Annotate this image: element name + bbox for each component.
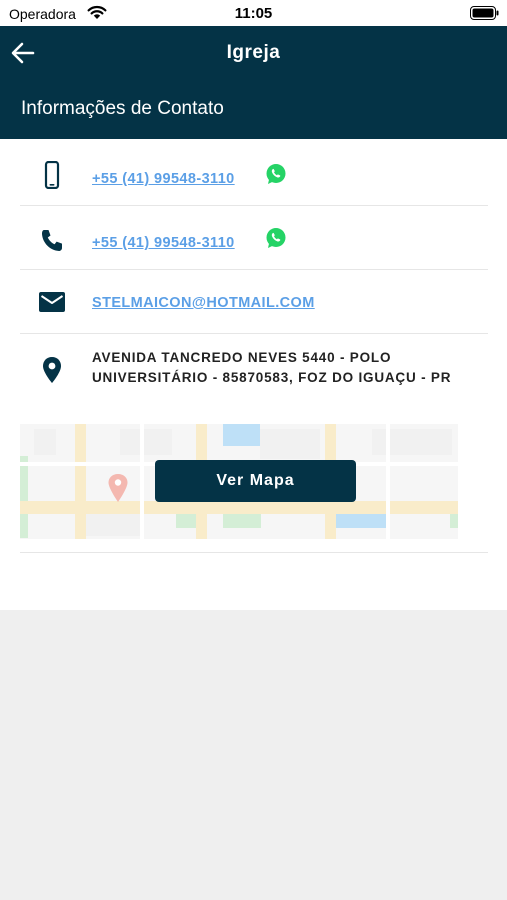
map-preview[interactable]: Ver Mapa — [20, 424, 458, 539]
status-time: 11:05 — [234, 5, 273, 22]
contact-card: +55 (41) 99548-3110 +55 (41) 99548-3110 … — [0, 139, 507, 610]
app-header: Igreja Informações de Contato — [0, 26, 507, 139]
mail-icon — [39, 292, 65, 312]
page-title: Igreja — [226, 42, 281, 63]
contact-row-mobile: +55 (41) 99548-3110 — [20, 139, 488, 206]
mobile-phone-link[interactable]: +55 (41) 99548-3110 — [92, 171, 235, 187]
contact-row-phone: +55 (41) 99548-3110 — [20, 206, 488, 270]
whatsapp-icon[interactable] — [265, 227, 287, 249]
status-bar: Operadora 11:05 — [0, 0, 507, 26]
contact-row-email: STELMAICON@HOTMAIL.COM — [20, 270, 488, 334]
battery-icon — [470, 6, 499, 20]
landline-phone-link[interactable]: +55 (41) 99548-3110 — [92, 235, 235, 251]
smartphone-icon — [44, 161, 60, 189]
address-text: AVENIDA TANCREDO NEVES 5440 - POLO UNIVE… — [92, 350, 452, 385]
whatsapp-icon[interactable] — [265, 163, 287, 185]
email-link[interactable]: STELMAICON@HOTMAIL.COM — [92, 295, 315, 311]
phone-icon — [42, 230, 62, 251]
section-title: Informações de Contato — [21, 98, 224, 119]
location-pin-icon — [43, 357, 61, 383]
view-map-button[interactable]: Ver Mapa — [155, 460, 356, 502]
